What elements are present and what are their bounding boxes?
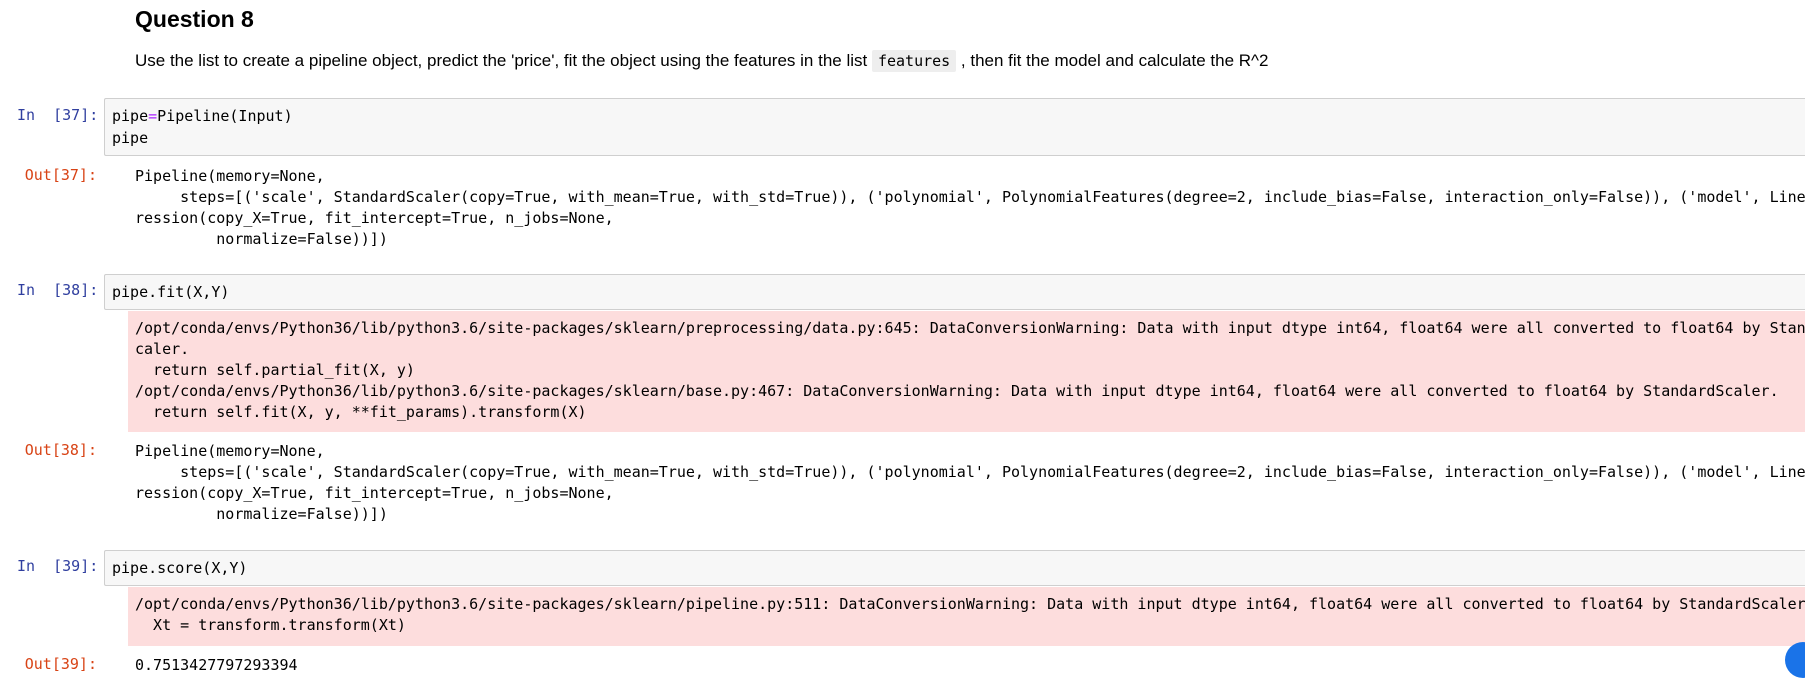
code-input[interactable]: pipe.fit(X,Y) bbox=[104, 274, 1805, 310]
code-operator: = bbox=[148, 107, 158, 125]
code-input[interactable]: pipe.score(X,Y) bbox=[104, 550, 1805, 586]
code-token: pipe bbox=[112, 107, 149, 125]
output-prompt: Out[39]: bbox=[24, 655, 97, 673]
output-text: 0.7513427797293394 bbox=[135, 656, 298, 674]
code-token: Pipeline(Input) bbox=[157, 107, 293, 125]
code-input[interactable]: pipe=Pipeline(Input) pipe bbox=[104, 98, 1805, 156]
markdown-paragraph: Use the list to create a pipeline object… bbox=[135, 50, 1269, 72]
output-prompt: Out[37]: bbox=[24, 166, 97, 184]
input-prompt: In [37]: bbox=[17, 106, 99, 124]
output-text: Pipeline(memory=None, steps=[('scale', S… bbox=[135, 442, 1805, 523]
stderr-output: /opt/conda/envs/Python36/lib/python3.6/s… bbox=[128, 311, 1805, 432]
markdown-heading: Question 8 bbox=[135, 6, 254, 32]
paragraph-text: Use the list to create a pipeline object… bbox=[135, 51, 872, 70]
output-text: Pipeline(memory=None, steps=[('scale', S… bbox=[135, 167, 1805, 248]
input-prompt: In [38]: bbox=[17, 281, 99, 299]
output-prompt: Out[38]: bbox=[24, 441, 97, 459]
inline-code: features bbox=[871, 50, 957, 72]
stderr-output: /opt/conda/envs/Python36/lib/python3.6/s… bbox=[128, 587, 1805, 646]
input-prompt: In [39]: bbox=[17, 557, 99, 575]
code-token: pipe bbox=[112, 129, 149, 147]
paragraph-text-end: , then fit the model and calculate the R… bbox=[956, 51, 1269, 70]
